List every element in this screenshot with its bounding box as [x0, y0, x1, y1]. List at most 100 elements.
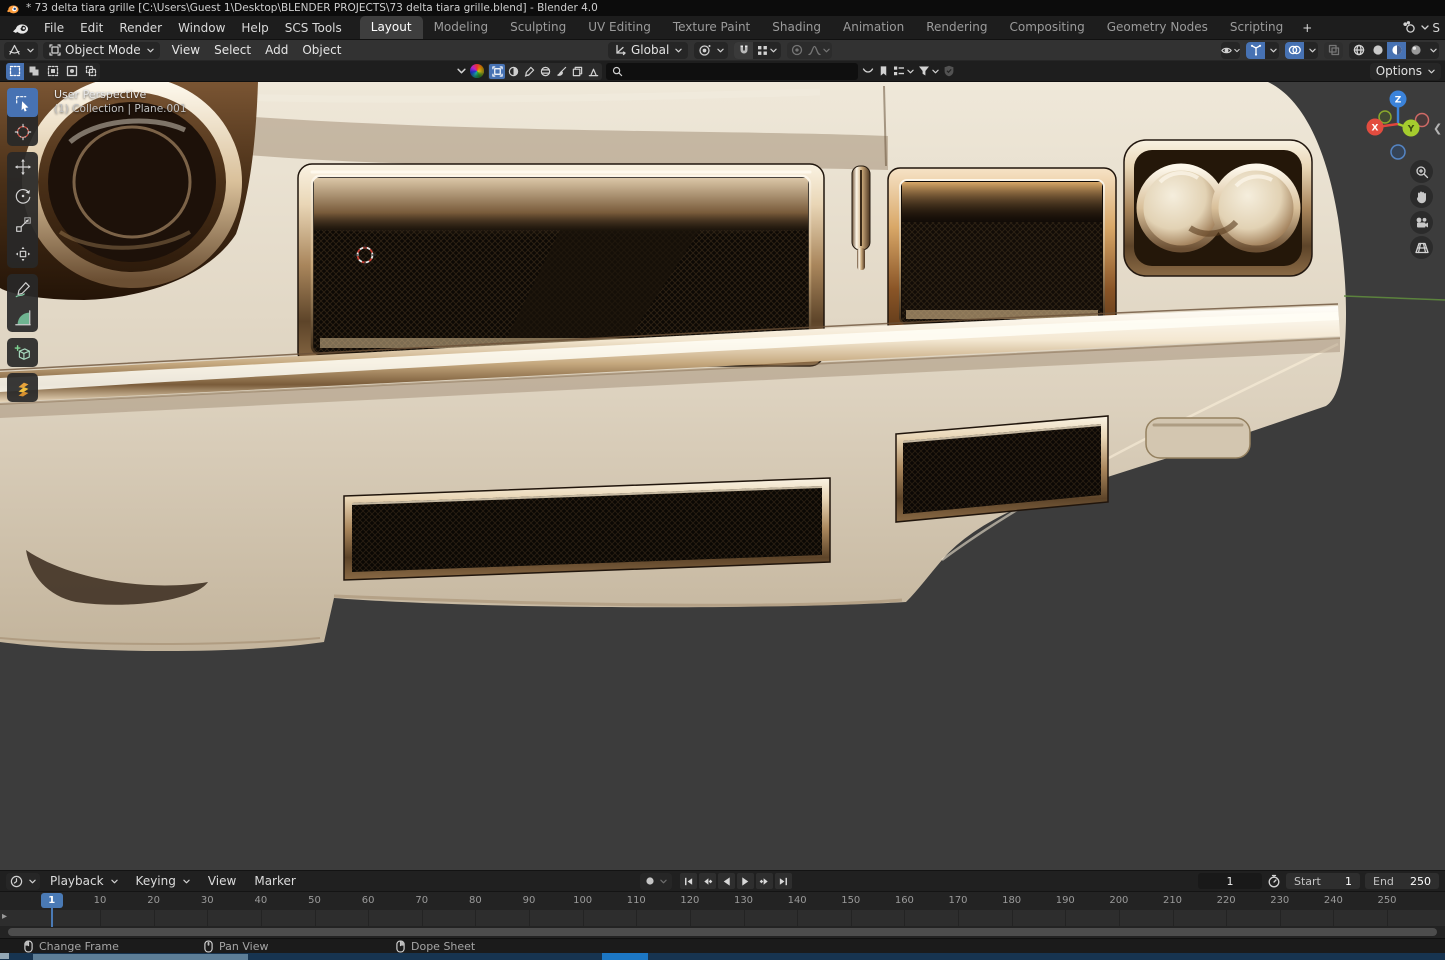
options-dropdown[interactable]: Options [1370, 63, 1441, 80]
select-mode-subtract-button[interactable] [44, 63, 62, 80]
bumper-vent-recess[interactable] [1146, 418, 1250, 458]
tracks-expand-arrow[interactable]: ▸ [2, 911, 7, 922]
mode-object-icon[interactable] [489, 64, 505, 79]
mode-edit-icon[interactable] [569, 64, 585, 79]
workspace-tab[interactable]: Sculpting [499, 16, 577, 39]
pivot-point-dropdown[interactable] [694, 42, 728, 59]
timeline-editor-type-button[interactable] [6, 873, 40, 890]
shading-material-button[interactable] [1387, 42, 1406, 59]
viewport-menu-item[interactable]: Object [295, 43, 348, 57]
topbar-menu-item[interactable]: Help [233, 16, 276, 39]
select-mode-extend-button[interactable] [25, 63, 43, 80]
overlays-dropdown[interactable] [1304, 42, 1318, 59]
workspace-tab[interactable]: Scripting [1219, 16, 1294, 39]
frame-start-field[interactable]: Start 1 [1286, 873, 1360, 889]
workspace-tab[interactable]: Shading [761, 16, 832, 39]
shield-icon[interactable] [943, 65, 955, 77]
search-field[interactable] [606, 63, 858, 80]
tool-scs-addon-button[interactable] [7, 373, 38, 402]
timeline-marker-menu[interactable]: Marker [246, 874, 303, 888]
workspace-tab[interactable]: Modeling [423, 16, 500, 39]
zoom-button[interactable] [1410, 160, 1433, 183]
tool-select-box-button[interactable] [7, 88, 38, 117]
transform-orientation-dropdown[interactable]: Global [608, 42, 688, 59]
right-grille-mesh[interactable] [888, 168, 1116, 336]
viewport-menu-item[interactable]: Select [207, 43, 258, 57]
viewport-scene[interactable] [0, 82, 1445, 870]
blender-menu-button[interactable] [5, 16, 36, 39]
axis-neg-z-ball[interactable] [1391, 145, 1405, 159]
viewport-menu-item[interactable]: View [165, 43, 207, 57]
workspace-tab[interactable]: Rendering [915, 16, 998, 39]
frame-end-field[interactable]: End 250 [1365, 873, 1439, 889]
mode-vertex-paint-icon[interactable] [521, 64, 537, 79]
tool-move-button[interactable] [7, 152, 38, 181]
shading-wireframe-button[interactable] [1349, 42, 1368, 59]
timeline-tracks[interactable] [0, 910, 1445, 926]
jump-to-end-button[interactable] [775, 873, 792, 889]
add-workspace-button[interactable]: + [1294, 16, 1320, 39]
jump-to-start-button[interactable] [680, 873, 697, 889]
timeline-view-menu[interactable]: View [200, 874, 244, 888]
select-mode-invert-button[interactable] [63, 63, 81, 80]
play-button[interactable] [737, 873, 754, 889]
mode-particle-icon[interactable] [585, 64, 601, 79]
search-input[interactable] [627, 65, 837, 78]
mode-sculpt-icon[interactable] [505, 64, 521, 79]
tool-cursor-button[interactable] [7, 117, 38, 146]
jump-to-prev-keyframe-button[interactable] [699, 873, 716, 889]
select-mode-intersect-button[interactable] [82, 63, 100, 80]
right-headlight-mesh[interactable] [1124, 140, 1312, 276]
workspace-tab[interactable]: Animation [832, 16, 915, 39]
current-frame-field[interactable]: 1 [1198, 873, 1262, 889]
select-mode-set-button[interactable] [6, 63, 24, 80]
jump-to-next-keyframe-button[interactable] [756, 873, 773, 889]
workspace-tab[interactable]: Texture Paint [662, 16, 761, 39]
playback-menu[interactable]: Playback [42, 874, 126, 888]
toggle-orthographic-button[interactable] [1410, 236, 1433, 259]
topbar-menu-item[interactable]: Window [170, 16, 233, 39]
playhead[interactable]: 1 [41, 893, 63, 908]
pan-button[interactable] [1410, 185, 1433, 208]
sidebar-collapse-arrow[interactable]: ❮ [1433, 122, 1442, 135]
workspace-tab[interactable]: Geometry Nodes [1096, 16, 1219, 39]
timeline-body[interactable]: 1020304050607080901001101201301401501601… [0, 891, 1445, 938]
timeline-scrollbar[interactable] [0, 926, 1445, 938]
xray-toggle[interactable] [1324, 42, 1343, 59]
play-reverse-button[interactable] [718, 873, 735, 889]
keying-menu[interactable]: Keying [128, 874, 198, 888]
workspace-tab[interactable]: Compositing [998, 16, 1095, 39]
timeline-ruler[interactable]: 1020304050607080901001101201301401501601… [0, 891, 1445, 910]
snap-toggle[interactable] [734, 42, 753, 59]
mode-texture-paint-icon[interactable] [553, 64, 569, 79]
chevron-down-icon[interactable] [457, 68, 466, 74]
collapse-arc-icon[interactable] [862, 67, 874, 75]
workspace-tab[interactable]: UV Editing [577, 16, 662, 39]
camera-view-button[interactable] [1410, 211, 1433, 234]
shading-dropdown[interactable] [1425, 42, 1439, 59]
mode-dropdown[interactable]: Object Mode [43, 42, 160, 59]
tool-rotate-button[interactable] [7, 181, 38, 210]
scene-selector[interactable]: S [1402, 16, 1440, 39]
tool-annotate-button[interactable] [7, 274, 38, 303]
shading-solid-button[interactable] [1368, 42, 1387, 59]
gizmo-dropdown[interactable] [1265, 42, 1279, 59]
viewport-3d[interactable]: User Perspective (1) Collection | Plane.… [0, 82, 1445, 870]
filter-dropdown[interactable] [918, 65, 939, 77]
topbar-menu-item[interactable]: SCS Tools [277, 16, 350, 39]
viewport-menu-item[interactable]: Add [258, 43, 295, 57]
lower-grille-left-mesh[interactable] [344, 478, 830, 580]
mode-weight-paint-icon[interactable] [537, 64, 553, 79]
bookmark-icon[interactable] [878, 65, 889, 77]
topbar-menu-item[interactable]: Edit [72, 16, 111, 39]
proportional-editing-toggle[interactable] [787, 42, 806, 59]
workspace-tab[interactable]: Layout [360, 16, 423, 39]
topbar-menu-item[interactable]: Render [111, 16, 170, 39]
tool-transform-button[interactable] [7, 239, 38, 268]
topbar-menu-item[interactable]: File [36, 16, 72, 39]
object-visibility-dropdown[interactable] [1221, 42, 1240, 59]
snap-target-dropdown[interactable] [753, 42, 781, 59]
show-gizmo-toggle[interactable] [1246, 42, 1265, 59]
stopwatch-icon[interactable] [1267, 874, 1281, 888]
editor-type-button[interactable] [4, 42, 38, 59]
